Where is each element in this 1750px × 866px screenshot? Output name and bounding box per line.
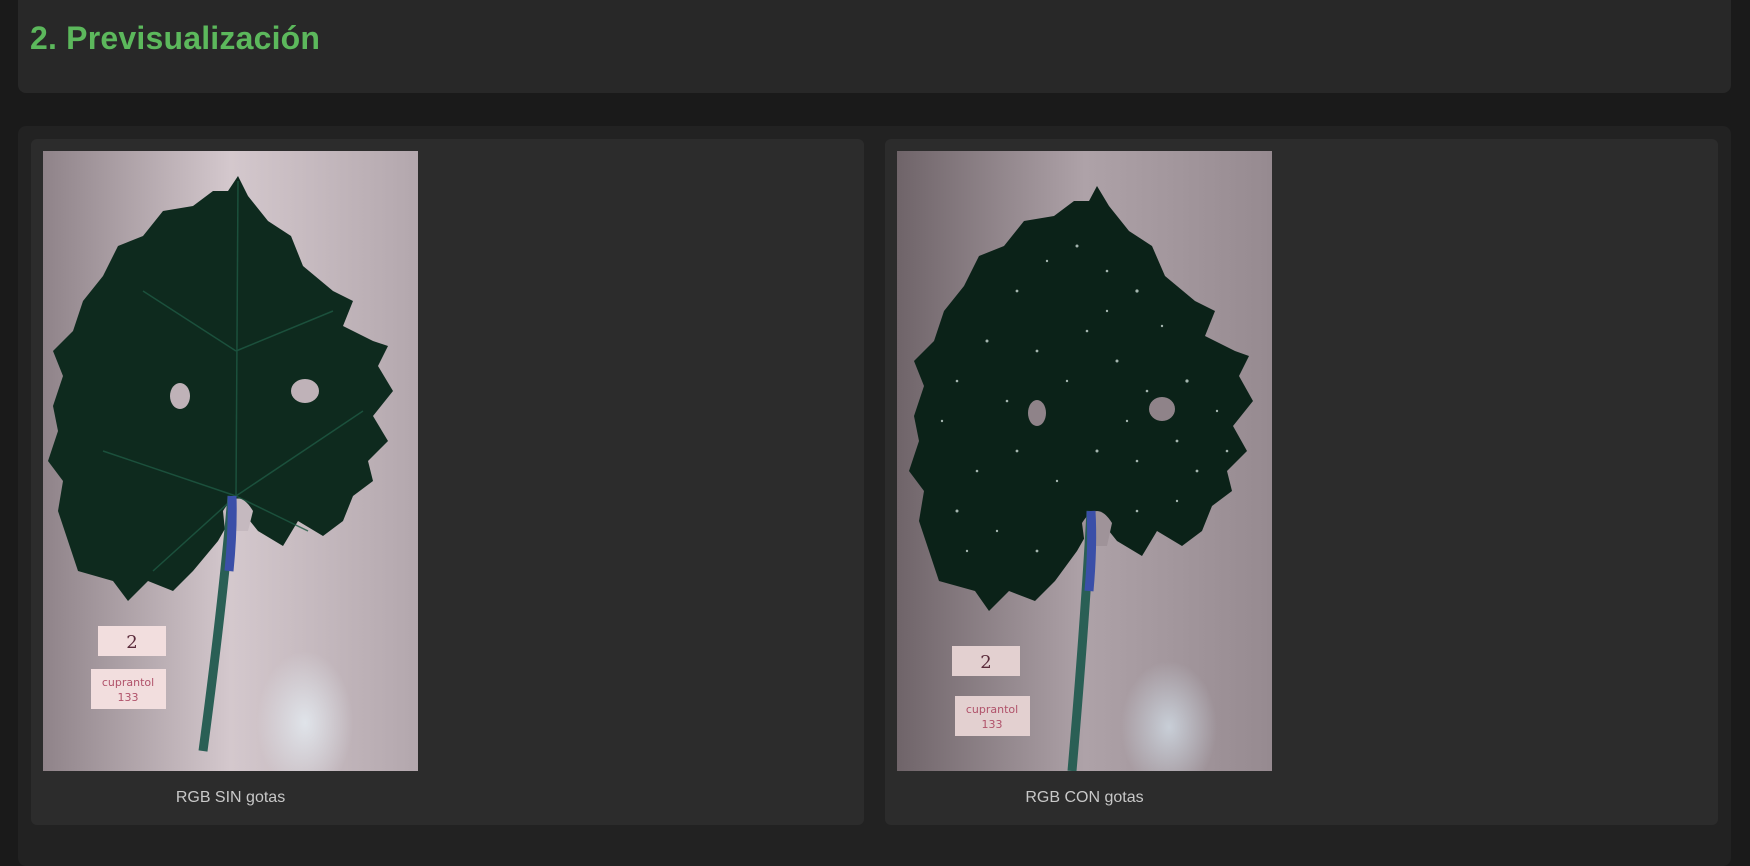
section-title: 2. Previsualización bbox=[30, 20, 321, 56]
leaf-image-sin-gotas[interactable]: 2 cuprantol 133 bbox=[43, 151, 418, 771]
preview-panel-sin-gotas: 2 cuprantol 133 RGB SIN gotas bbox=[31, 139, 864, 825]
leaf-label-number: 2 bbox=[980, 652, 991, 673]
leaf-label-text-line2: 133 bbox=[982, 718, 1003, 731]
section-header: 2. Previsualización bbox=[18, 0, 1731, 93]
preview-panel-con-gotas: 2 cuprantol 133 RGB CON gotas bbox=[885, 139, 1718, 825]
leaf-label-number: 2 bbox=[126, 632, 137, 653]
leaf-label-text-line1: cuprantol bbox=[966, 703, 1018, 716]
leaf-label-text-line2: 133 bbox=[118, 691, 139, 704]
leaf-label-text-line1: cuprantol bbox=[102, 676, 154, 689]
preview-gallery: 2 cuprantol 133 RGB SIN gotas 2 cupranto… bbox=[18, 126, 1731, 866]
leaf-image-con-gotas[interactable]: 2 cuprantol 133 bbox=[897, 151, 1272, 771]
preview-caption-con-gotas: RGB CON gotas bbox=[1025, 789, 1144, 806]
preview-caption-sin-gotas: RGB SIN gotas bbox=[175, 789, 286, 806]
